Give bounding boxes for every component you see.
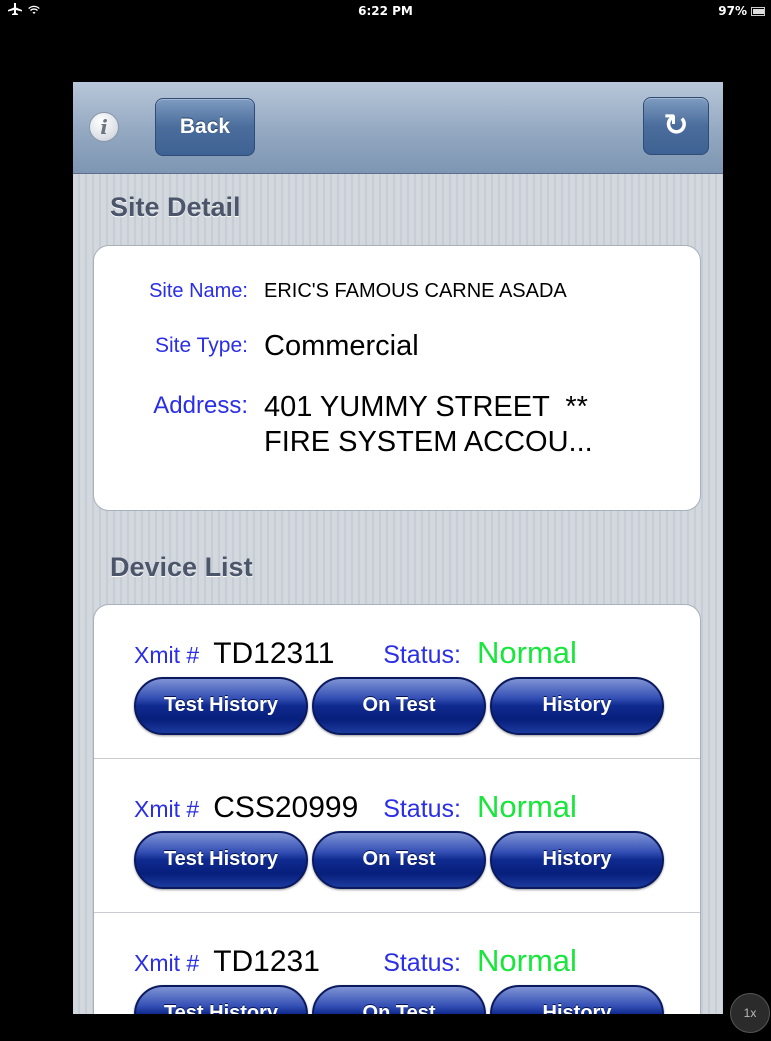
back-button[interactable]: Back <box>155 98 255 156</box>
on-test-button[interactable]: On Test <box>312 831 486 889</box>
refresh-icon[interactable]: ↻ <box>643 97 709 155</box>
navigation-bar: i Back ↻ <box>73 82 723 174</box>
xmit-value: CSS20999 <box>213 791 359 824</box>
xmit-value: TD1231 <box>213 945 320 978</box>
status-bar: 6:22 PM 97% <box>0 0 771 22</box>
site-name-row: Site Name: ERIC'S FAMOUS CARNE ASADA <box>94 278 700 303</box>
device-row: Xmit # TD1231 Status: Normal Test Histor… <box>94 913 700 1014</box>
status-bar-right: 97% <box>718 4 765 18</box>
address-line-1: 401 YUMMY STREET ** <box>264 391 588 423</box>
device-info-line: Xmit # CSS20999 Status: Normal <box>134 789 577 825</box>
device-list-header: Device List <box>110 552 253 582</box>
xmit-label: Xmit # <box>134 796 200 822</box>
xmit-label: Xmit # <box>134 642 200 668</box>
info-icon[interactable]: i <box>89 112 119 142</box>
history-button[interactable]: History <box>490 831 664 889</box>
site-type-row: Site Type: Commercial <box>94 330 700 363</box>
zoom-badge[interactable]: 1x <box>730 993 770 1033</box>
battery-percent: 97% <box>718 4 747 18</box>
device-info-line: Xmit # TD1231 Status: Normal <box>134 943 577 979</box>
site-type-label: Site Type: <box>154 334 248 357</box>
on-test-button[interactable]: On Test <box>312 985 486 1014</box>
status-value: Normal <box>477 635 577 670</box>
test-history-button[interactable]: Test History <box>134 677 308 735</box>
address-line-2: FIRE SYSTEM ACCOU... <box>264 426 593 458</box>
status-value: Normal <box>477 789 577 824</box>
device-button-row: Test History On Test History <box>134 831 664 889</box>
history-button[interactable]: History <box>490 985 664 1014</box>
device-list-group: Xmit # TD12311 Status: Normal Test Histo… <box>93 604 701 1014</box>
history-button[interactable]: History <box>490 677 664 735</box>
battery-icon <box>751 6 765 16</box>
site-detail-header: Site Detail <box>110 192 241 222</box>
status-value: Normal <box>477 943 577 978</box>
status-label: Status: <box>383 949 462 977</box>
app-window: i Back ↻ Site Detail Site Name: ERIC'S F… <box>73 82 723 1014</box>
status-label: Status: <box>383 641 462 669</box>
test-history-button[interactable]: Test History <box>134 985 308 1014</box>
on-test-button[interactable]: On Test <box>312 677 486 735</box>
status-label: Status: <box>383 795 462 823</box>
status-time: 6:22 PM <box>358 4 413 18</box>
xmit-value: TD12311 <box>213 637 335 670</box>
site-detail-group: Site Name: ERIC'S FAMOUS CARNE ASADA Sit… <box>93 245 701 511</box>
test-history-button[interactable]: Test History <box>134 831 308 889</box>
device-button-row: Test History On Test History <box>134 985 664 1014</box>
address-label: Address: <box>153 392 248 419</box>
device-row: Xmit # TD12311 Status: Normal Test Histo… <box>94 605 700 759</box>
address-value: 401 YUMMY STREET ** FIRE SYSTEM ACCOU... <box>264 390 700 460</box>
device-button-row: Test History On Test History <box>134 677 664 735</box>
device-info-line: Xmit # TD12311 Status: Normal <box>134 635 577 671</box>
device-row: Xmit # CSS20999 Status: Normal Test Hist… <box>94 759 700 913</box>
site-name-label: Site Name: <box>149 280 248 302</box>
site-type-value: Commercial <box>264 330 419 362</box>
site-name-value: ERIC'S FAMOUS CARNE ASADA <box>264 280 567 302</box>
address-row: Address: 401 YUMMY STREET ** FIRE SYSTEM… <box>94 390 700 460</box>
xmit-label: Xmit # <box>134 950 200 976</box>
